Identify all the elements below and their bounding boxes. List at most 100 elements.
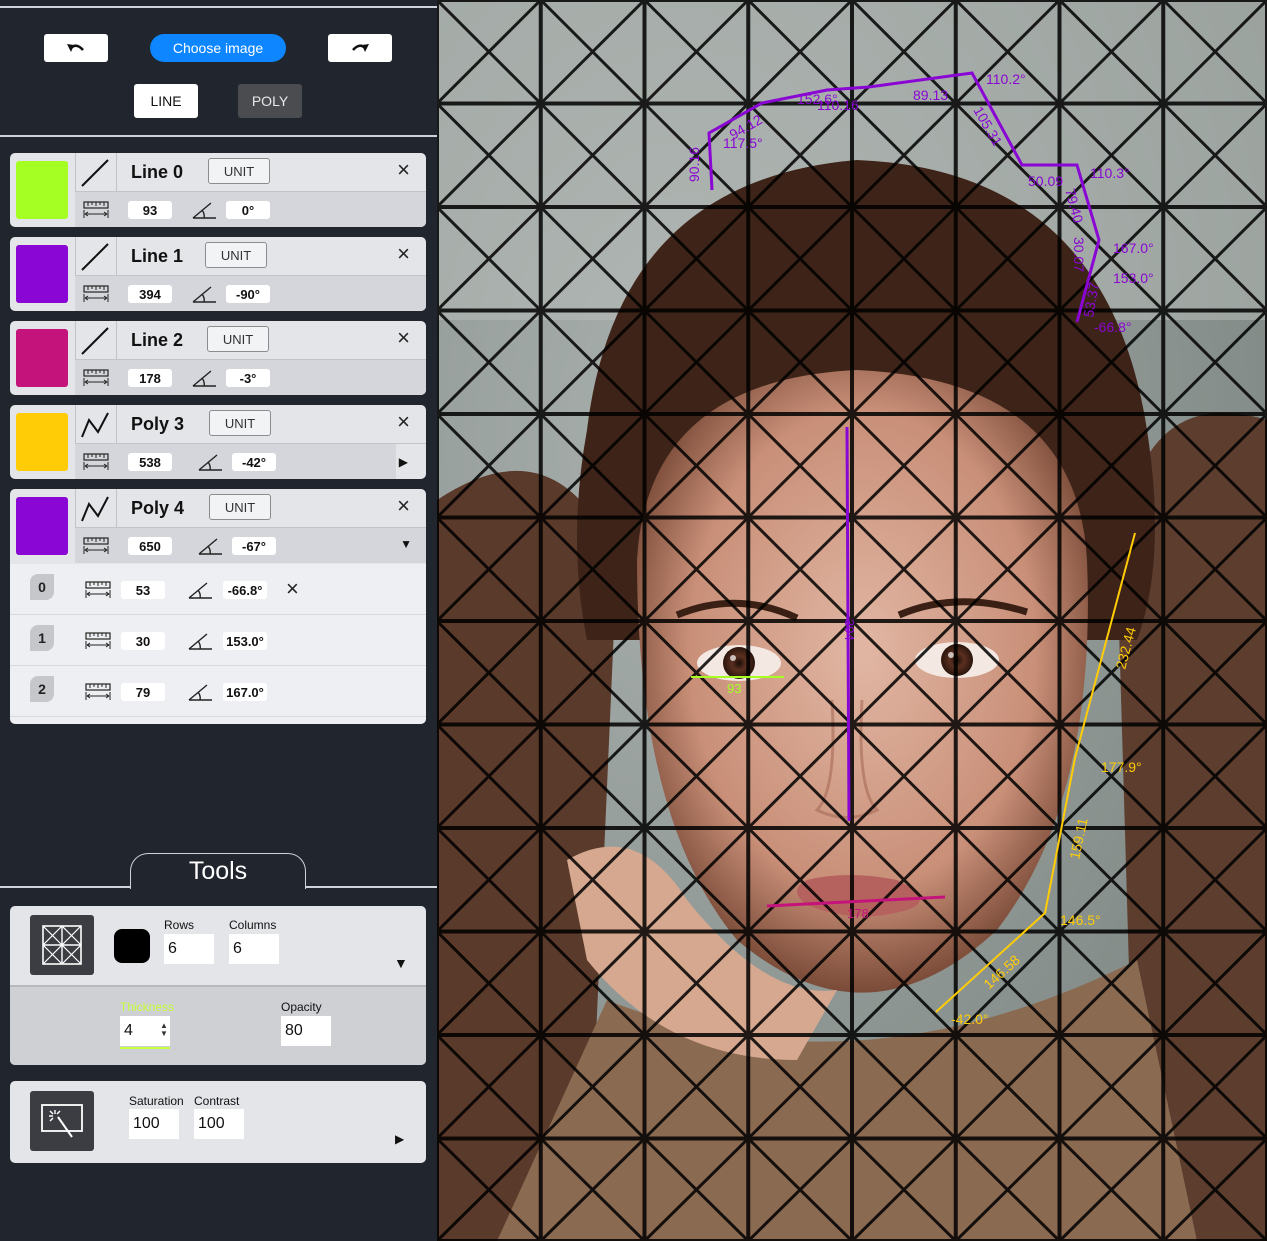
- divider: [116, 153, 117, 191]
- line-2-label: 178: [847, 906, 869, 921]
- color-swatch[interactable]: [16, 497, 68, 555]
- image-canvas[interactable]: 93 394 178 232.44 177.9° 159.11 146.5° 1…: [437, 0, 1267, 1241]
- close-icon[interactable]: ×: [397, 493, 410, 519]
- thickness-label: Thickness: [120, 1000, 175, 1014]
- segment-angle: 153.0°: [223, 632, 267, 650]
- angle-icon: [192, 286, 216, 303]
- divider: [116, 237, 117, 275]
- grid-color-swatch[interactable]: [114, 929, 150, 963]
- close-icon[interactable]: ×: [397, 241, 410, 267]
- collapse-icon[interactable]: ▼: [394, 955, 408, 971]
- rows-input[interactable]: 6: [164, 934, 214, 964]
- divider: [116, 489, 117, 527]
- close-icon[interactable]: ×: [397, 325, 410, 351]
- unit-button[interactable]: UNIT: [205, 242, 267, 268]
- expand-icon[interactable]: ▶: [399, 455, 408, 469]
- color-swatch[interactable]: [16, 413, 68, 471]
- spinner-icon[interactable]: ▲ ▼: [160, 1022, 168, 1038]
- columns-input[interactable]: 6: [229, 934, 279, 964]
- poly-card-3[interactable]: Poly 3 UNIT × ▶ 538 -42°: [10, 405, 426, 479]
- color-swatch[interactable]: [16, 329, 68, 387]
- poly-4-label-15: 90.16: [686, 147, 702, 182]
- redo-button[interactable]: [328, 34, 392, 62]
- angle-icon: [192, 370, 216, 387]
- length-value: 538: [128, 453, 172, 471]
- poly-mode-button[interactable]: POLY: [238, 84, 302, 118]
- close-icon[interactable]: ×: [397, 409, 410, 435]
- segment-index: 1: [30, 625, 54, 651]
- unit-button[interactable]: UNIT: [207, 326, 269, 352]
- segment-index: 0: [30, 574, 54, 600]
- collapse-icon[interactable]: ▼: [400, 537, 412, 551]
- angle-value: -90°: [226, 285, 270, 303]
- undo-icon: [67, 44, 84, 52]
- color-swatch[interactable]: [16, 161, 68, 219]
- poly-3-angle-2: -42.0°: [951, 1011, 989, 1027]
- close-icon[interactable]: ×: [397, 157, 410, 183]
- tools-tab[interactable]: Tools: [130, 853, 306, 889]
- segment-row[interactable]: 1 30 153.0°: [10, 615, 426, 666]
- contrast-label: Contrast: [194, 1094, 240, 1108]
- line-card-0[interactable]: Line 0 UNIT × 93 0°: [10, 153, 426, 227]
- measure-row: 178 -3°: [75, 360, 426, 395]
- angle-icon: [198, 454, 222, 471]
- segment-length: 79: [121, 683, 165, 701]
- segment-row[interactable]: 2 79 167.0°: [10, 666, 426, 717]
- poly-4-label-6: 30.07: [1071, 237, 1087, 272]
- segment-list: 0 53 -66.8° × 1 30 153.0° 2 79 167.0°: [10, 564, 426, 724]
- measure-row: 650 -67° ▼: [75, 528, 426, 563]
- filter-tool-panel: Saturation 100 Contrast 100 ▶: [10, 1081, 426, 1163]
- opacity-input[interactable]: 80: [281, 1016, 331, 1046]
- columns-label: Columns: [229, 918, 277, 932]
- rows-label: Rows: [164, 918, 195, 932]
- angle-value: -67°: [232, 537, 276, 555]
- angle-icon: [192, 202, 216, 219]
- angle-value: -42°: [232, 453, 276, 471]
- saturation-input[interactable]: 100: [129, 1109, 179, 1139]
- angle-icon: [198, 538, 222, 555]
- line-card-2[interactable]: Line 2 UNIT × 178 -3°: [10, 321, 426, 395]
- divider: [116, 405, 117, 443]
- poly-card-4[interactable]: Poly 4 UNIT × 650 -67° ▼: [10, 489, 426, 564]
- poly-4-label-2: 110.3°: [1090, 165, 1130, 181]
- line-type-icon: [81, 243, 109, 271]
- segment-length: 53: [121, 581, 165, 599]
- angle-icon: [188, 633, 212, 650]
- line-0-label: 93: [727, 681, 741, 696]
- redo-icon: [352, 44, 369, 52]
- angle-icon: [188, 684, 212, 701]
- canvas-svg[interactable]: 93 394 178 232.44 177.9° 159.11 146.5° 1…: [437, 0, 1267, 1241]
- grid-tool-button[interactable]: [30, 915, 94, 975]
- unit-button[interactable]: UNIT: [208, 158, 270, 184]
- segment-angle: 167.0°: [223, 683, 267, 701]
- top-divider: [0, 6, 437, 8]
- line-name[interactable]: Poly 4: [131, 498, 184, 519]
- unit-button[interactable]: UNIT: [209, 410, 271, 436]
- poly-3-angle-0: 177.9°: [1101, 759, 1142, 775]
- segment-length: 30: [121, 632, 165, 650]
- line-1-label: 394: [842, 619, 857, 641]
- ruler-icon: [83, 369, 109, 386]
- magic-wand-icon: [41, 1104, 83, 1138]
- choose-image-button[interactable]: Choose image: [150, 34, 286, 62]
- filter-tool-button[interactable]: [30, 1091, 94, 1151]
- angle-value: 0°: [226, 201, 270, 219]
- contrast-input[interactable]: 100: [194, 1109, 244, 1139]
- segment-row[interactable]: 0 53 -66.8° ×: [10, 564, 426, 615]
- poly-4-label-11: 110.16: [817, 97, 859, 113]
- line-name[interactable]: Line 0: [131, 162, 183, 183]
- line-type-icon: [81, 327, 109, 355]
- undo-button[interactable]: [44, 34, 108, 62]
- line-card-1[interactable]: Line 1 UNIT × 394 -90°: [10, 237, 426, 311]
- line-name[interactable]: Poly 3: [131, 414, 184, 435]
- expand-icon[interactable]: ▶: [395, 1132, 404, 1146]
- close-icon[interactable]: ×: [286, 576, 299, 602]
- unit-button[interactable]: UNIT: [209, 494, 271, 520]
- focus-underline: [120, 1047, 170, 1049]
- color-swatch[interactable]: [16, 245, 68, 303]
- line-mode-button[interactable]: LINE: [134, 84, 198, 118]
- line-name[interactable]: Line 2: [131, 330, 183, 351]
- line-name[interactable]: Line 1: [131, 246, 183, 267]
- divider: [116, 321, 117, 359]
- ruler-icon: [85, 632, 111, 649]
